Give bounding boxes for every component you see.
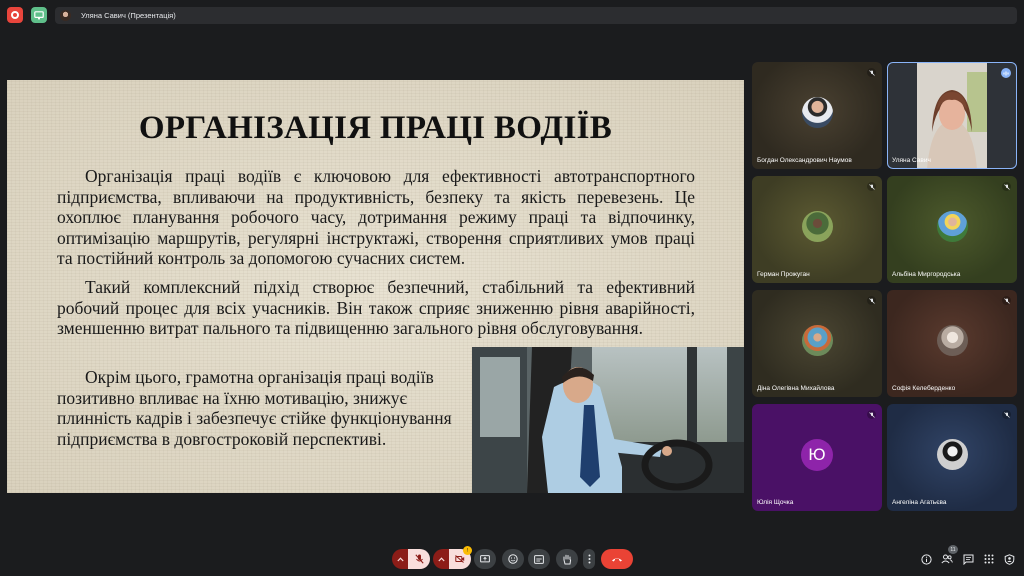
participant-avatar — [801, 210, 833, 242]
apps-grid-icon — [984, 554, 994, 564]
bus-driver-photo — [472, 347, 744, 493]
participant-name: Діна Олегівна Михайлова — [757, 385, 835, 392]
raise-hand-button[interactable] — [556, 549, 578, 569]
participant-tile[interactable]: Альбіна Миргородська — [887, 176, 1017, 283]
participant-tile[interactable]: Діна Олегівна Михайлова — [752, 290, 882, 397]
more-vert-icon — [588, 554, 590, 564]
more-options-button[interactable] — [583, 549, 595, 569]
activities-panel-button[interactable] — [981, 551, 997, 567]
participant-tile[interactable]: Богдан Олександрович Наумов — [752, 62, 882, 169]
mic-toggle-button[interactable] — [408, 549, 430, 569]
slide-paragraph-2: Такий комплексний підхід створює безпечн… — [57, 277, 695, 338]
chat-button[interactable] — [960, 551, 976, 567]
meeting-window: Уляна Савич (Презентація) ОРГАНІЗАЦІЯ ПР… — [0, 0, 1024, 576]
participant-tile[interactable]: Ю Юлія Щочка — [752, 404, 882, 511]
participant-tile[interactable]: Софія Келеберденко — [887, 290, 1017, 397]
hand-icon — [563, 554, 572, 564]
host-controls-button[interactable] — [1001, 551, 1017, 567]
participant-tile-speaker[interactable]: Уляна Савич — [887, 62, 1017, 169]
captions-button[interactable] — [528, 549, 550, 569]
top-bar: Уляна Савич (Презентація) — [0, 0, 1024, 30]
presentation-label: Уляна Савич (Презентація) — [81, 11, 176, 20]
mic-off-icon — [1002, 182, 1011, 191]
mic-options-button[interactable] — [392, 549, 408, 569]
participant-avatar — [801, 324, 833, 356]
participant-name: Альбіна Миргородська — [892, 271, 961, 278]
speaking-indicator-icon — [1001, 68, 1011, 78]
presentation-chip[interactable]: Уляна Савич (Презентація) — [55, 7, 1017, 24]
mic-off-icon — [1002, 410, 1011, 419]
chat-icon — [963, 554, 973, 565]
camera-options-button[interactable] — [433, 549, 449, 569]
presenter-avatar — [60, 10, 71, 21]
slide-paragraph-3: Окрім цього, грамотна організація праці … — [57, 367, 452, 449]
participant-video — [887, 62, 1017, 169]
shared-presentation-slide: ОРГАНІЗАЦІЯ ПРАЦІ ВОДІЇВ Організація пра… — [7, 80, 744, 493]
slide-paragraph-1: Організація праці водіїв є ключовою для … — [57, 166, 695, 268]
activities-button[interactable] — [31, 7, 47, 23]
mic-off-icon — [414, 554, 424, 564]
chevron-up-icon — [396, 556, 404, 561]
mic-off-icon — [1002, 296, 1011, 305]
participant-avatar — [801, 96, 833, 128]
participant-tile[interactable]: Ангеліна Агатьєва — [887, 404, 1017, 511]
info-icon — [920, 553, 932, 565]
participant-name: Герман Прожуган — [757, 271, 810, 278]
captions-icon — [534, 554, 544, 564]
reactions-button[interactable] — [502, 549, 524, 569]
participant-name: Софія Келеберденко — [892, 385, 956, 392]
meeting-details-button[interactable] — [918, 551, 934, 567]
mic-off-icon — [867, 68, 876, 77]
slide-title: ОРГАНІЗАЦІЯ ПРАЦІ ВОДІЇВ — [138, 110, 613, 146]
leave-call-button[interactable] — [601, 549, 633, 569]
present-button[interactable] — [474, 549, 496, 569]
presentation-icon — [34, 10, 44, 19]
people-icon — [941, 554, 953, 564]
mic-off-icon — [867, 410, 876, 419]
participant-name: Ангеліна Агатьєва — [892, 499, 947, 506]
camera-off-icon — [455, 555, 465, 563]
present-screen-icon — [480, 554, 490, 562]
mic-off-icon — [867, 296, 876, 305]
participant-name: Юлія Щочка — [757, 499, 794, 506]
participant-name: Уляна Савич — [892, 157, 931, 164]
participant-name: Богдан Олександрович Наумов — [757, 157, 852, 164]
people-count-badge: 11 — [948, 545, 958, 554]
chevron-up-icon — [437, 556, 445, 561]
participant-avatar — [936, 210, 968, 242]
shield-person-icon — [1004, 553, 1014, 565]
participant-letter-avatar: Ю — [801, 438, 833, 471]
emoji-icon — [508, 554, 518, 564]
mic-off-icon — [867, 182, 876, 191]
record-icon — [11, 11, 19, 19]
camera-warning-badge: ! — [463, 546, 472, 555]
participant-avatar — [936, 324, 968, 356]
participant-tile[interactable]: Герман Прожуган — [752, 176, 882, 283]
recording-indicator[interactable] — [7, 7, 23, 23]
hang-up-icon — [612, 558, 622, 562]
participant-avatar — [936, 438, 968, 470]
